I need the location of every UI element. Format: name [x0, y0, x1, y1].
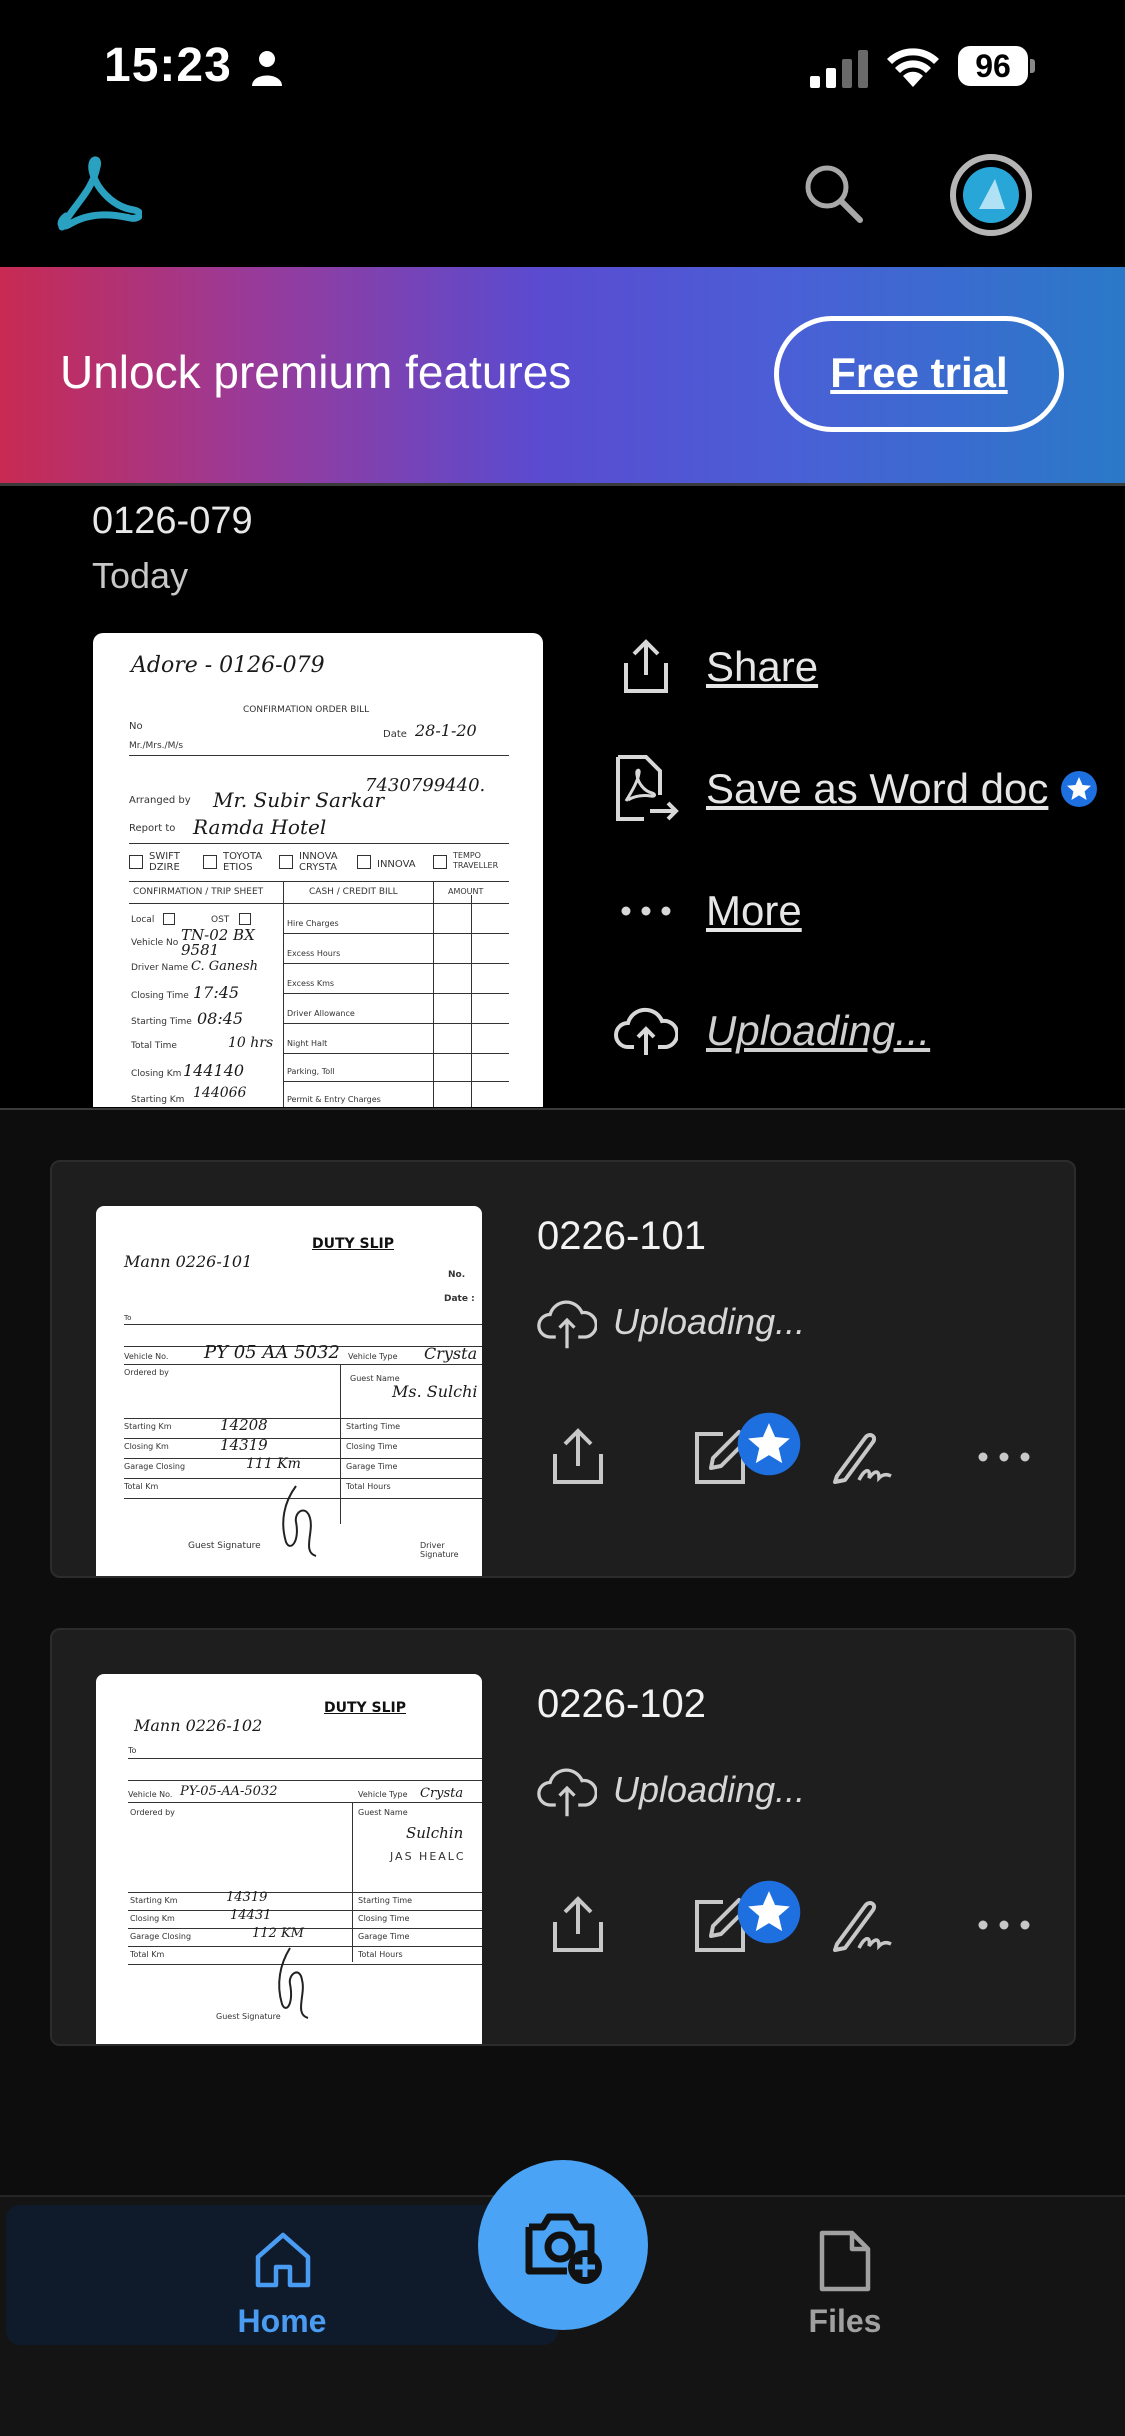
uploading-action: Uploading... [606, 991, 930, 1071]
acrobat-logo[interactable] [52, 152, 142, 242]
file-name[interactable]: 0226-101 [537, 1214, 706, 1259]
share-button[interactable] [538, 1885, 618, 1965]
save-word-icon [616, 755, 679, 821]
upload-status: Uploading... [537, 1292, 805, 1352]
cloud-upload-icon [537, 1768, 597, 1817]
uploading-label: Uploading... [706, 1007, 931, 1054]
free-trial-button[interactable]: Free trial [774, 316, 1064, 432]
profile-avatar[interactable] [950, 154, 1032, 236]
sign-button[interactable] [822, 1417, 902, 1497]
edit-button[interactable] [680, 1412, 801, 1497]
save-word-action[interactable]: Save as Word doc [606, 749, 1098, 829]
nav-home-label: Home [237, 2303, 327, 2339]
upload-status: Uploading... [537, 1760, 805, 1820]
battery-indicator: 96 [958, 46, 1035, 86]
more-icon [978, 1452, 1030, 1462]
more-icon [621, 906, 671, 916]
camera-plus-icon [525, 2213, 602, 2284]
nav-home[interactable]: Home [6, 2205, 558, 2345]
cloud-upload-icon [614, 1007, 678, 1055]
document-preview: DUTY SLIP Mann 0226-101 No. Date : To Ve… [96, 1206, 482, 1576]
share-icon [553, 1896, 603, 1952]
file-card[interactable]: DUTY SLIP Mann 0226-102 To Vehicle No. P… [50, 1628, 1076, 2046]
files-icon [819, 2230, 871, 2292]
premium-star-icon [737, 1880, 801, 1944]
more-action[interactable]: More [606, 871, 802, 951]
document-preview: Adore - 0126-079 CONFIRMATION ORDER BILL… [93, 633, 543, 1107]
avatar-icon [963, 167, 1019, 223]
battery-level: 96 [958, 46, 1028, 86]
cloud-upload-icon [537, 1300, 597, 1349]
signal-icon [810, 50, 868, 88]
premium-star-icon [737, 1412, 801, 1476]
sign-icon [833, 1433, 892, 1484]
share-icon [553, 1428, 603, 1484]
premium-banner: Unlock premium features Free trial [0, 267, 1125, 483]
status-time: 15:23 [104, 39, 232, 92]
share-icon [624, 639, 668, 693]
nav-files-label: Files [808, 2303, 882, 2339]
document-preview: DUTY SLIP Mann 0226-102 To Vehicle No. P… [96, 1674, 482, 2044]
upload-status-text: Uploading... [613, 1769, 806, 1810]
share-button[interactable] [538, 1417, 618, 1497]
more-button[interactable] [964, 1885, 1044, 1965]
more-button[interactable] [964, 1417, 1044, 1497]
recent-file-date: Today [92, 555, 189, 596]
signature-mark [282, 1485, 317, 1557]
divider [0, 483, 1125, 486]
search-icon[interactable] [800, 160, 866, 226]
file-thumbnail[interactable]: DUTY SLIP Mann 0226-102 To Vehicle No. P… [96, 1674, 482, 2044]
save-word-label[interactable]: Save as Word doc [706, 765, 1048, 813]
share-action[interactable]: Share [606, 627, 818, 707]
premium-banner-text: Unlock premium features [60, 346, 572, 398]
sign-icon [833, 1901, 892, 1952]
more-label[interactable]: More [706, 887, 802, 935]
recent-file-title[interactable]: 0126-079 [92, 500, 253, 543]
status-bar: 15:23 96 [0, 0, 1125, 130]
home-icon [255, 2232, 311, 2288]
upload-status-text: Uploading... [613, 1301, 806, 1342]
file-card[interactable]: DUTY SLIP Mann 0226-101 No. Date : To Ve… [50, 1160, 1076, 1578]
wifi-icon [887, 48, 939, 87]
person-icon [252, 51, 282, 86]
nav-files[interactable]: Files [720, 2205, 970, 2345]
more-icon [978, 1920, 1030, 1930]
edit-button[interactable] [680, 1880, 801, 1965]
scan-camera-button[interactable] [478, 2160, 648, 2330]
premium-star-icon [1061, 771, 1098, 807]
sign-button[interactable] [822, 1885, 902, 1965]
recent-file-thumbnail[interactable]: Adore - 0126-079 CONFIRMATION ORDER BILL… [93, 633, 543, 1107]
file-name[interactable]: 0226-102 [537, 1682, 706, 1727]
file-thumbnail[interactable]: DUTY SLIP Mann 0226-101 No. Date : To Ve… [96, 1206, 482, 1576]
share-label[interactable]: Share [706, 643, 818, 691]
